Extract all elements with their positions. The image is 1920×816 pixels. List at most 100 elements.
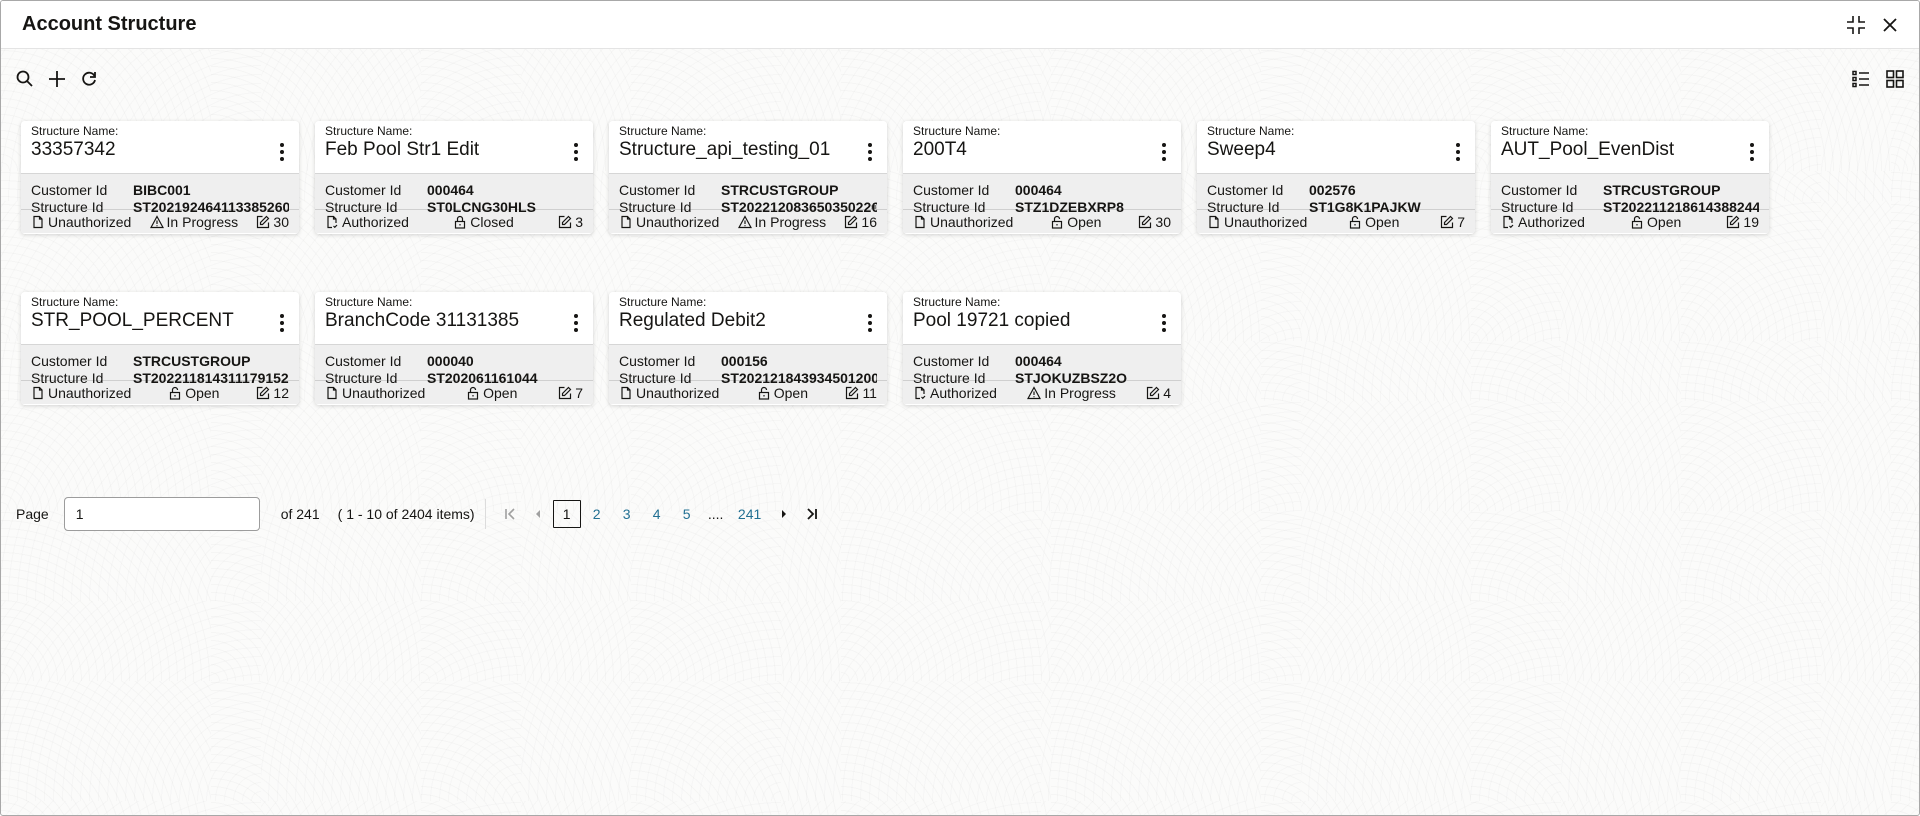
structure-name[interactable]: STR_POOL_PERCENT — [31, 310, 234, 332]
card-actions-menu[interactable] — [569, 312, 583, 334]
structure-card[interactable]: Structure Name: 33357342 Customer Id BIBC00… — [21, 121, 299, 234]
page-3[interactable]: 3 — [613, 500, 641, 528]
kebab-dot-icon — [868, 150, 872, 154]
customer-id-value: STRCUSTGROUP — [721, 182, 839, 198]
card-actions-menu[interactable] — [1157, 312, 1171, 334]
authorization-status: Unauthorized — [31, 385, 131, 401]
customer-id-value: BIBC001 — [133, 182, 191, 198]
modification-count: 12 — [256, 385, 289, 401]
customer-id-value: 000156 — [721, 353, 768, 369]
edit-icon — [846, 386, 859, 399]
page-4[interactable]: 4 — [643, 500, 671, 528]
minimize-button[interactable] — [1844, 13, 1868, 37]
warning-icon — [737, 214, 752, 228]
kebab-dot-icon — [1162, 314, 1166, 318]
plus-icon — [49, 71, 65, 87]
customer-id-label: Customer Id — [913, 353, 990, 369]
first-page-button[interactable] — [496, 500, 524, 528]
record-status-text: In Progress — [166, 213, 239, 230]
structure-card[interactable]: Structure Name: STR_POOL_PERCENT Customer … — [21, 292, 299, 405]
modification-count-text: 7 — [1457, 213, 1465, 230]
structure-card[interactable]: Structure Name: Pool 19721 copied Customer… — [903, 292, 1181, 405]
page-last-number[interactable]: 241 — [731, 500, 769, 528]
close-icon — [1883, 18, 1897, 32]
customer-id-label: Customer Id — [913, 182, 990, 198]
structure-card[interactable]: Structure Name: Regulated Debit2 Customer … — [609, 292, 887, 405]
card-details: Customer Id 000464 Structure Id STJOKUZBSZ2… — [903, 345, 1181, 386]
page-number-input[interactable] — [63, 497, 260, 531]
toolbar-right — [1849, 67, 1907, 91]
structure-card[interactable]: Structure Name: AUT_Pool_EvenDist Customer… — [1491, 121, 1769, 234]
card-actions-menu[interactable] — [1451, 141, 1465, 163]
structure-name-label: Structure Name: — [913, 295, 1001, 309]
record-status-text: Open — [483, 384, 518, 401]
authorization-status-text: Authorized — [342, 213, 409, 230]
modification-count-text: 30 — [1155, 213, 1171, 230]
pagination: Page of 241 ( 1 - 10 of 2404 items) 1 2 … — [16, 497, 826, 531]
card-actions-menu[interactable] — [1745, 141, 1759, 163]
page-5[interactable]: 5 — [673, 500, 701, 528]
lock-icon — [455, 215, 466, 229]
document-check-icon — [1503, 215, 1514, 228]
card-actions-menu[interactable] — [275, 312, 289, 334]
grid-view-button[interactable] — [1883, 67, 1907, 91]
modification-count: 11 — [845, 385, 877, 401]
structure-name[interactable]: Regulated Debit2 — [619, 310, 766, 332]
add-button[interactable] — [45, 67, 69, 91]
search-button[interactable] — [13, 67, 37, 91]
pagination-divider — [484, 499, 486, 529]
list-view-button[interactable] — [1849, 67, 1873, 91]
close-button[interactable] — [1878, 13, 1902, 37]
document-icon — [1209, 215, 1219, 228]
card-footer: Authorized In Progress 4 — [903, 381, 1181, 404]
structure-card[interactable]: Structure Name: BranchCode 31131385 Custom… — [315, 292, 593, 405]
previous-page-button[interactable] — [524, 500, 552, 528]
card-actions-menu[interactable] — [863, 312, 877, 334]
unlock-icon — [758, 386, 769, 400]
page-navigation: 1 2 3 4 5 .... 241 — [496, 500, 826, 528]
page-1[interactable]: 1 — [552, 500, 581, 528]
last-page-button[interactable] — [798, 500, 826, 528]
structure-card[interactable]: Structure Name: Feb Pool Str1 Edit Custome… — [315, 121, 593, 234]
card-actions-menu[interactable] — [1157, 141, 1171, 163]
card-actions-menu[interactable] — [275, 141, 289, 163]
structure-card[interactable]: Structure Name: Sweep4 Customer Id 002576 St… — [1197, 121, 1475, 234]
structure-name[interactable]: Structure_api_testing_01 — [619, 139, 830, 161]
card-actions-menu[interactable] — [863, 141, 877, 163]
modification-count-text: 16 — [861, 213, 877, 230]
modification-count: 7 — [558, 385, 583, 401]
structure-name[interactable]: Feb Pool Str1 Edit — [325, 139, 479, 161]
modification-count: 16 — [844, 214, 877, 230]
kebab-dot-icon — [280, 143, 284, 147]
card-header: Structure Name: Structure_api_testing_01 — [609, 121, 887, 174]
card-header: Structure Name: 200T4 — [903, 121, 1181, 174]
structure-name[interactable]: 33357342 — [31, 139, 116, 161]
structure-name[interactable]: Sweep4 — [1207, 139, 1276, 161]
customer-id-label: Customer Id — [1207, 182, 1284, 198]
modification-count: 3 — [558, 214, 583, 230]
unlock-icon — [170, 386, 181, 400]
card-footer: Authorized Closed 3 — [315, 210, 593, 233]
next-page-button[interactable] — [770, 500, 798, 528]
toolbar-left — [13, 67, 101, 91]
page-title: Account Structure — [22, 13, 197, 35]
structure-name[interactable]: 200T4 — [913, 139, 967, 161]
page-2[interactable]: 2 — [583, 500, 611, 528]
kebab-dot-icon — [1162, 328, 1166, 332]
card-actions-menu[interactable] — [569, 141, 583, 163]
unlock-icon — [1350, 215, 1361, 229]
structure-card[interactable]: Structure Name: 200T4 Customer Id 000464 Str… — [903, 121, 1181, 234]
edit-icon — [257, 215, 270, 228]
kebab-dot-icon — [280, 150, 284, 154]
structure-name[interactable]: AUT_Pool_EvenDist — [1501, 139, 1674, 161]
structure-name[interactable]: Pool 19721 copied — [913, 310, 1070, 332]
structure-card[interactable]: Structure Name: Structure_api_testing_01 C… — [609, 121, 887, 234]
card-header: Structure Name: Regulated Debit2 — [609, 292, 887, 345]
authorization-status-text: Unauthorized — [1224, 213, 1308, 230]
structure-name[interactable]: BranchCode 31131385 — [325, 310, 519, 332]
card-footer: Authorized Open 19 — [1491, 210, 1769, 233]
card-header: Structure Name: Pool 19721 copied — [903, 292, 1181, 345]
card-details: Customer Id STRCUSTGROUP Structure Id ST202… — [21, 345, 299, 386]
refresh-button[interactable] — [77, 67, 101, 91]
authorization-status: Authorized — [913, 385, 997, 401]
